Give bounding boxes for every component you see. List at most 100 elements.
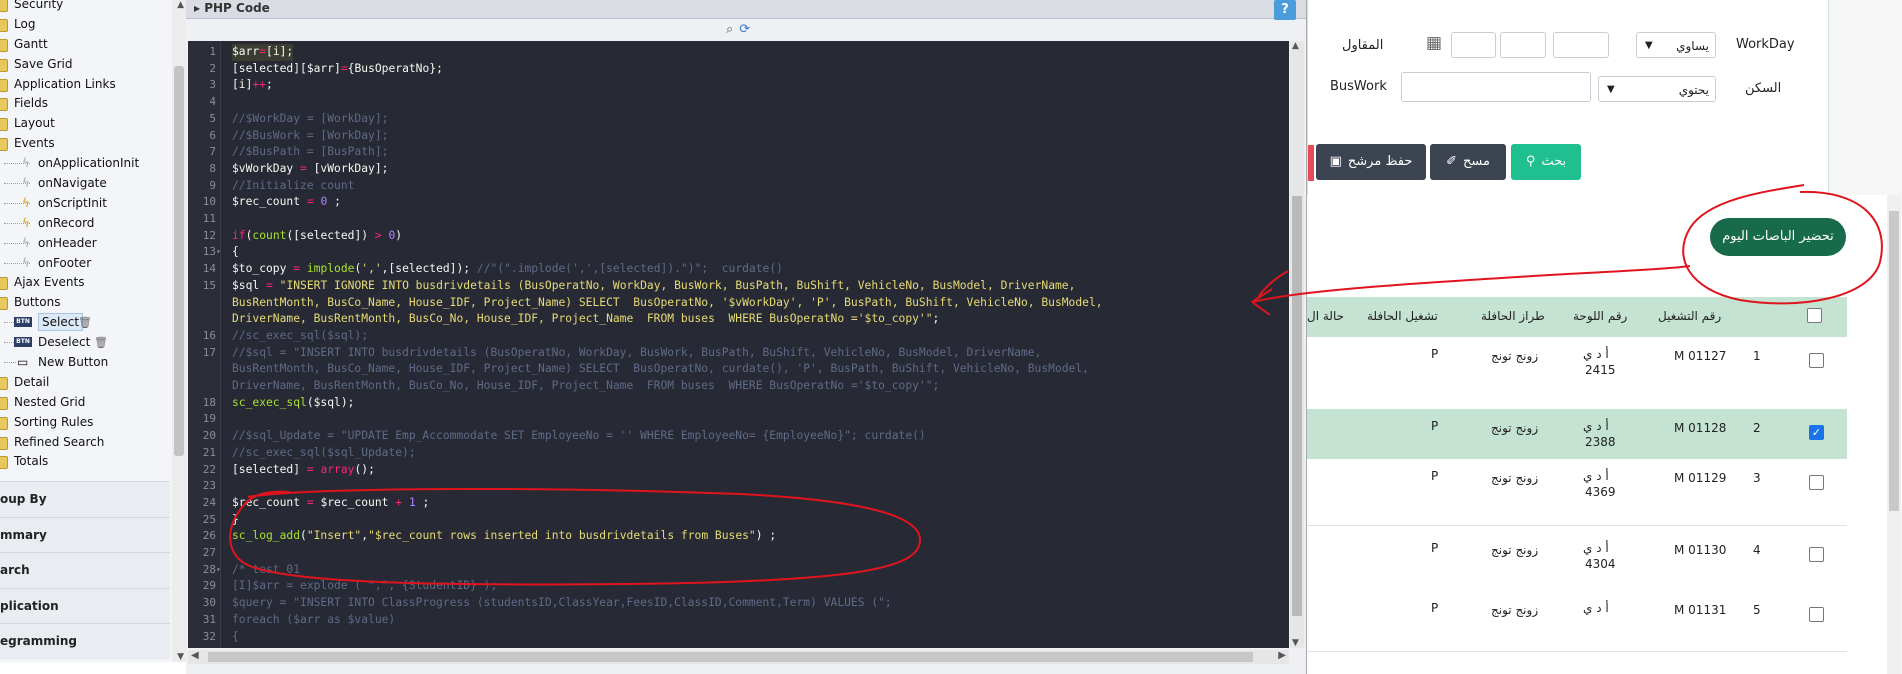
horizontal-scroll-thumb[interactable]: [208, 652, 1253, 662]
month-input[interactable]: [1500, 32, 1546, 58]
editor-scroll-thumb[interactable]: [1292, 196, 1302, 616]
table-row[interactable]: 5 M 01131 أ د ي زونج تونج P: [1307, 591, 1847, 652]
header-select-all[interactable]: [1807, 308, 1822, 326]
tree-section-header[interactable]: mmary: [0, 516, 170, 553]
tree-item-deselect[interactable]: BTN Deselect 🗑: [0, 332, 186, 352]
tree-item-layout[interactable]: Layout: [0, 113, 186, 133]
bus-status: P: [1431, 469, 1439, 483]
editor-toolbar: ⌕ ⟳: [726, 22, 756, 37]
tree-item-log[interactable]: Log: [0, 14, 186, 34]
table-row[interactable]: 1 M 01127 أ د ي 2415 زونج تونج P: [1307, 337, 1847, 410]
row-checkbox[interactable]: [1809, 547, 1824, 562]
row-checkbox[interactable]: [1809, 353, 1824, 368]
tree-item-save-grid[interactable]: Save Grid: [0, 54, 186, 74]
clear-button[interactable]: ✐ مسح: [1430, 144, 1506, 180]
fold-arrow-icon[interactable]: ▾: [216, 562, 224, 579]
tree-item-label: Buttons: [14, 295, 61, 310]
code-editor[interactable]: 1 2 3 4 5 6 7 8 9 10 11 12 13 ▾ 14 15 16 17 18 19 20 21 22 23 24…: [188, 41, 1289, 648]
tree-item-onheader[interactable]: ϟ onHeader: [0, 233, 186, 253]
tree-item-onrecord[interactable]: ϟ onRecord: [0, 213, 186, 233]
search-icon[interactable]: ⌕: [726, 22, 733, 37]
scroll-up-icon[interactable]: ▲: [1292, 41, 1299, 51]
tree-section-header[interactable]: arch: [0, 552, 170, 588]
bus-model: زونج تونج: [1491, 421, 1539, 435]
editor-vertical-scrollbar[interactable]: ▲ ▼: [1290, 41, 1304, 648]
tree-item-onfooter[interactable]: ϟ onFooter: [0, 253, 186, 273]
refresh-icon[interactable]: ⟳: [739, 22, 750, 37]
tree-item-onapplicationinit[interactable]: ϟ onApplicationInit: [0, 153, 186, 173]
line-number: 1: [209, 45, 216, 58]
table-row[interactable]: 4 M 01130 أ د ي 4304 زونج تونج P: [1307, 531, 1847, 592]
tree-item-application-links[interactable]: Application Links: [0, 74, 186, 94]
save-filter-button[interactable]: ▣ حفظ مرشح: [1316, 144, 1426, 180]
line-number: 26: [202, 529, 216, 543]
col-bus-model[interactable]: طراز الحافلة: [1481, 309, 1545, 323]
tree-item-buttons[interactable]: Buttons: [0, 292, 186, 312]
housing-label: السكن: [1745, 81, 1782, 96]
scroll-up-icon[interactable]: ▲: [177, 0, 184, 10]
grid-scroll-thumb[interactable]: [1889, 211, 1899, 511]
tree-item-gantt[interactable]: Gantt: [0, 34, 186, 54]
red-tab[interactable]: [1308, 145, 1314, 181]
col-operation-no[interactable]: رقم التشغيل: [1658, 309, 1721, 323]
tree-scrollbar[interactable]: ▲ ▼: [172, 0, 186, 662]
tree-item-refined-search[interactable]: Refined Search: [0, 432, 186, 452]
tree-item-label: Refined Search: [14, 434, 105, 449]
code-line: $vWorkDay = [vWorkDay];: [232, 161, 389, 175]
tree-item-events[interactable]: Events: [0, 133, 186, 153]
scroll-left-icon[interactable]: ◀: [191, 650, 199, 661]
folder-icon: [0, 436, 8, 450]
row-checkbox[interactable]: [1809, 607, 1824, 622]
row-checkbox[interactable]: ✓: [1809, 425, 1824, 440]
folder-icon: [0, 138, 8, 152]
col-plate-no[interactable]: رقم اللوحة: [1573, 309, 1627, 323]
code-line: DriverName, BusRentMonth, BusCo_No, Hous…: [232, 379, 940, 392]
scroll-right-icon[interactable]: ▶: [1278, 650, 1286, 661]
tree-item-select[interactable]: BTN Select 🗑: [0, 312, 186, 332]
select-all-checkbox[interactable]: [1807, 308, 1822, 323]
housing-operator-select[interactable]: يحتوي ▼: [1598, 76, 1716, 102]
tree-item-onnavigate[interactable]: ϟ onNavigate: [0, 173, 186, 193]
editor-horizontal-scrollbar[interactable]: ◀ ▶: [188, 650, 1289, 664]
scroll-down-icon[interactable]: ▼: [1292, 638, 1299, 648]
col-status[interactable]: حالة ال: [1307, 309, 1344, 323]
scroll-down-icon[interactable]: ▼: [177, 652, 184, 662]
line-number: 30: [202, 596, 216, 610]
line-number: 19: [202, 412, 216, 426]
tree-item-ajax-events[interactable]: Ajax Events: [0, 272, 186, 292]
tree-item-detail[interactable]: Detail: [0, 372, 186, 392]
col-bus-operation[interactable]: تشغيل الحافلة: [1367, 309, 1438, 323]
tree-item-fields[interactable]: Fields: [0, 93, 186, 113]
search-button[interactable]: ⚲ بحث: [1511, 144, 1581, 180]
line-gutter: 1 2 3 4 5 6 7 8 9 10 11 12 13 ▾ 14 15 16 17 18 19 20 21 22 23 24…: [188, 41, 221, 648]
row-checkbox[interactable]: [1809, 475, 1824, 490]
tree-item-nested-grid[interactable]: Nested Grid: [0, 392, 186, 412]
help-button[interactable]: ?: [1274, 0, 1296, 20]
tree-item-new-button[interactable]: ▭ New Button: [0, 352, 186, 372]
workday-operator-select[interactable]: يساوي ▼: [1636, 32, 1716, 58]
buswork-input[interactable]: [1401, 72, 1591, 102]
fold-arrow-icon[interactable]: ▾: [216, 244, 224, 261]
tree-item-sorting-rules[interactable]: Sorting Rules: [0, 412, 186, 432]
row-number: 1: [1753, 349, 1761, 363]
tree-section-header[interactable]: oup By: [0, 481, 170, 517]
grid-scrollbar[interactable]: [1887, 195, 1901, 674]
tree-item-totals[interactable]: Totals: [0, 451, 186, 471]
year-input[interactable]: [1451, 32, 1496, 58]
code-line: $query = "INSERT INTO ClassProgress (stu…: [232, 596, 892, 610]
tree-item-onscriptinit[interactable]: ϟ onScriptInit: [0, 193, 186, 213]
day-input[interactable]: [1553, 32, 1609, 58]
trash-icon[interactable]: 🗑: [78, 313, 92, 333]
prepare-buses-button[interactable]: تحضير الباصات اليوم: [1710, 218, 1846, 256]
calendar-icon[interactable]: ▦: [1426, 33, 1442, 53]
tree-section-header[interactable]: egramming: [0, 623, 170, 659]
tree-item-security[interactable]: Security: [0, 0, 186, 14]
trash-icon[interactable]: 🗑: [94, 333, 108, 353]
code-line: foreach ($arr as $value): [232, 612, 396, 626]
line-number: 4: [209, 95, 216, 109]
operation-no: M 01127: [1674, 349, 1727, 363]
tree-section-header[interactable]: plication: [0, 587, 170, 624]
table-row[interactable]: 3 M 01129 أ د ي 4369 زونج تونج P: [1307, 459, 1847, 526]
tree-scroll-thumb[interactable]: [174, 66, 184, 456]
tree-item-label: Log: [14, 16, 36, 31]
